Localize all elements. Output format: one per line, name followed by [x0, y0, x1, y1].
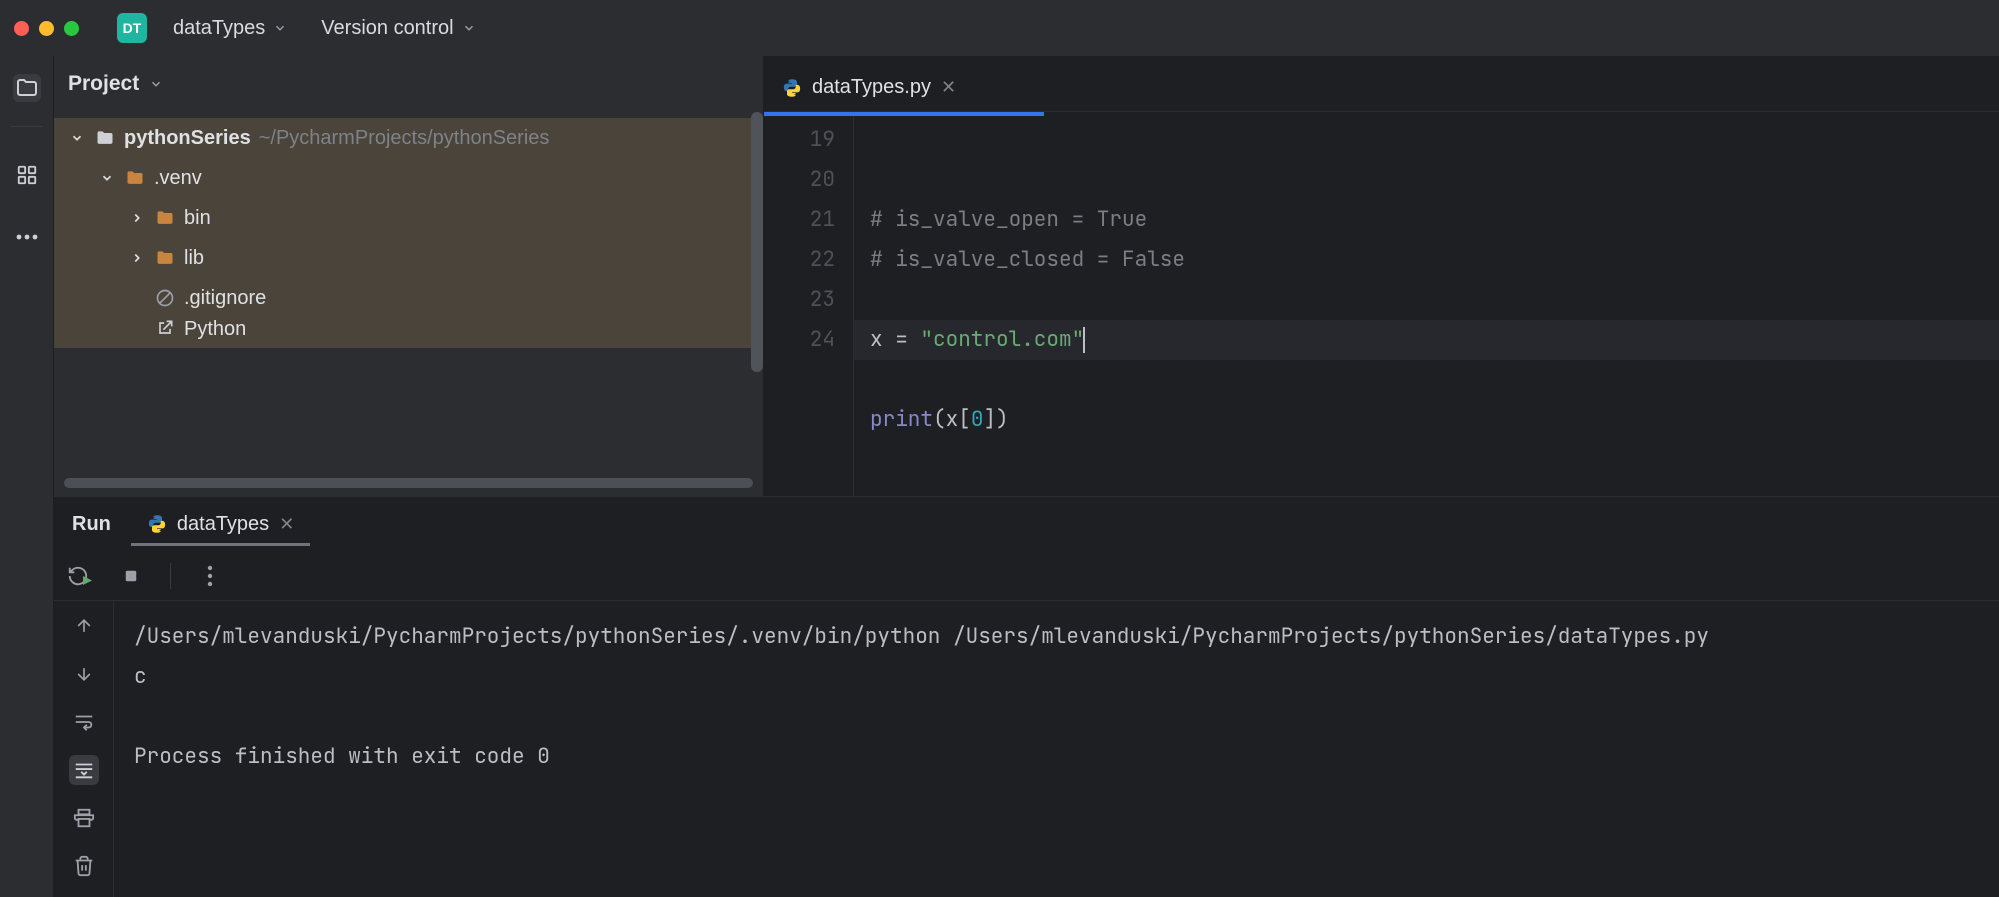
tree-item-label: bin [184, 207, 211, 230]
stop-button[interactable] [118, 563, 144, 589]
python-file-icon [147, 514, 167, 534]
content-column: Project pythonSeries ~/Pycharm [54, 56, 1999, 897]
chevron-right-icon [128, 211, 146, 225]
console-stdout: c [134, 663, 147, 690]
editor-tabs: dataTypes.py ✕ [764, 56, 1999, 112]
chevron-down-icon [273, 21, 287, 35]
tree-item-label: lib [184, 247, 204, 270]
tree-root-path: ~/PycharmProjects/pythonSeries [259, 127, 550, 150]
rerun-button[interactable] [66, 563, 92, 589]
tree-item-bin[interactable]: bin [54, 198, 763, 238]
print-button[interactable] [69, 803, 99, 833]
project-panel-title: Project [68, 72, 139, 96]
run-tab-label: dataTypes [177, 513, 269, 536]
editor-tab-label: dataTypes.py [812, 76, 931, 99]
left-toolstrip [0, 56, 54, 897]
delete-button[interactable] [69, 851, 99, 881]
vcs-label: Version control [321, 17, 453, 40]
minimize-window-button[interactable] [39, 21, 54, 36]
upper-row: Project pythonSeries ~/Pycharm [54, 56, 1999, 496]
run-tab-datatypes[interactable]: dataTypes ✕ [141, 503, 300, 546]
tree-item-label: .venv [154, 167, 202, 190]
line-number-gutter: 19 20 21 22 23 24 [764, 116, 854, 496]
toolbar-separator [170, 563, 171, 589]
chevron-right-icon [128, 251, 146, 265]
chevron-down-icon [68, 131, 86, 145]
project-name-label: dataTypes [173, 17, 265, 40]
line-number: 20 [764, 160, 835, 200]
project-badge: DT [117, 13, 147, 43]
tree-item-gitignore[interactable]: .gitignore [54, 278, 763, 318]
editor: dataTypes.py ✕ 19 20 21 22 23 24 # is_va… [764, 56, 1999, 496]
window-controls [14, 21, 79, 36]
code-line: print(x[0]) [870, 406, 1009, 433]
console-exit-message: Process finished with exit code 0 [134, 743, 550, 770]
tree-scrollbar-vertical[interactable] [751, 112, 763, 372]
tree-root-name: pythonSeries [124, 127, 251, 150]
code-line [870, 166, 883, 193]
close-run-tab-button[interactable]: ✕ [279, 514, 294, 535]
project-tree: pythonSeries ~/PycharmProjects/pythonSer… [54, 112, 763, 474]
tree-item-python-link[interactable]: Python [54, 318, 763, 348]
console-command: /Users/mlevanduski/PycharmProjects/pytho… [134, 623, 1709, 650]
main: Project pythonSeries ~/Pycharm [0, 56, 1999, 897]
project-tool-button[interactable] [13, 74, 41, 102]
folder-icon [154, 208, 176, 228]
project-panel: Project pythonSeries ~/Pycharm [54, 56, 764, 496]
more-actions-button[interactable] [197, 563, 223, 589]
line-number: 24 [764, 320, 835, 360]
scroll-to-end-button[interactable] [69, 755, 99, 785]
tree-item-label: .gitignore [184, 287, 266, 310]
run-body: /Users/mlevanduski/PycharmProjects/pytho… [54, 551, 1999, 897]
ignore-icon [154, 288, 176, 308]
chevron-down-icon [149, 77, 163, 91]
code-line: # is_valve_closed = False [870, 246, 1185, 273]
editor-tab-datatypes[interactable]: dataTypes.py ✕ [764, 64, 974, 111]
scroll-up-button[interactable] [69, 611, 99, 641]
code-area[interactable]: 19 20 21 22 23 24 # is_valve_open = True… [764, 116, 1999, 496]
code-line: # is_valve_open = True [870, 206, 1147, 233]
caret [1083, 327, 1085, 353]
console-output[interactable]: /Users/mlevanduski/PycharmProjects/pytho… [114, 601, 1999, 897]
run-tool-window: Run dataTypes ✕ [54, 496, 1999, 897]
run-toolbar [54, 551, 1999, 601]
scroll-down-button[interactable] [69, 659, 99, 689]
structure-tool-button[interactable] [13, 161, 41, 189]
chevron-down-icon [462, 21, 476, 35]
tree-item-label: Python [184, 318, 246, 341]
line-number: 22 [764, 240, 835, 280]
code-content[interactable]: # is_valve_open = True # is_valve_closed… [854, 116, 1999, 496]
tree-scrollbar-horizontal[interactable] [64, 478, 753, 488]
run-tabs: Run dataTypes ✕ [54, 497, 1999, 551]
maximize-window-button[interactable] [64, 21, 79, 36]
code-line [870, 286, 883, 313]
python-file-icon [782, 78, 802, 98]
run-gutter [54, 601, 114, 897]
shortcut-icon [154, 318, 176, 338]
titlebar: DT dataTypes Version control [0, 0, 1999, 56]
tree-item-lib[interactable]: lib [54, 238, 763, 278]
gutter-separator [11, 126, 43, 127]
vcs-dropdown[interactable]: Version control [313, 13, 483, 44]
close-tab-button[interactable]: ✕ [941, 77, 956, 98]
soft-wrap-button[interactable] [69, 707, 99, 737]
line-number: 21 [764, 200, 835, 240]
code-line-current: x = "control.com" [854, 320, 1999, 360]
tree-root[interactable]: pythonSeries ~/PycharmProjects/pythonSer… [54, 118, 763, 158]
folder-icon [124, 168, 146, 188]
project-dropdown[interactable]: dataTypes [165, 13, 295, 44]
more-tool-button[interactable] [13, 223, 41, 251]
line-number: 23 [764, 280, 835, 320]
run-label: Run [72, 513, 111, 536]
chevron-down-icon [98, 171, 116, 185]
project-panel-header[interactable]: Project [54, 56, 763, 112]
folder-icon [154, 248, 176, 268]
tree-item-venv[interactable]: .venv [54, 158, 763, 198]
folder-icon [94, 128, 116, 148]
line-number: 19 [764, 120, 835, 160]
close-window-button[interactable] [14, 21, 29, 36]
